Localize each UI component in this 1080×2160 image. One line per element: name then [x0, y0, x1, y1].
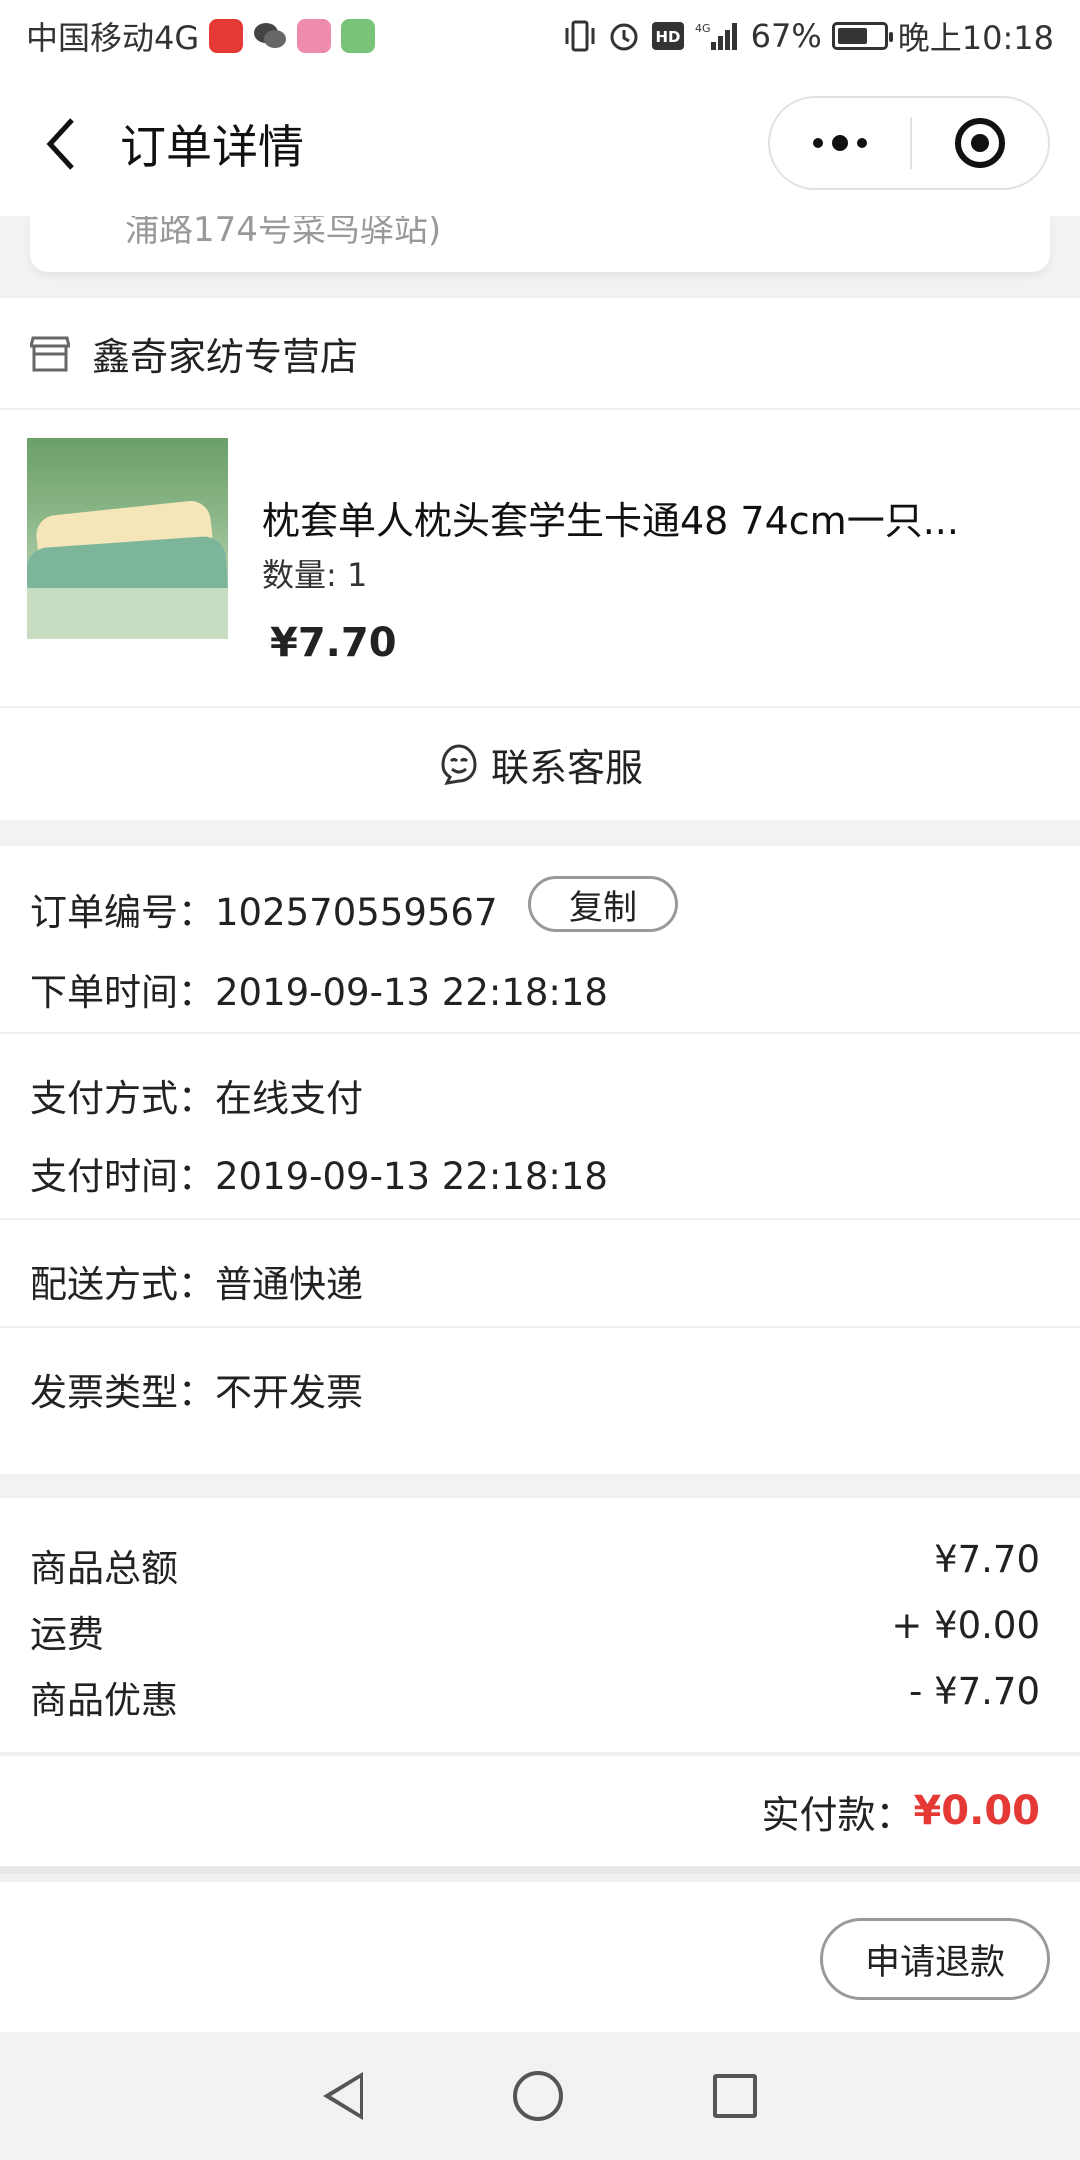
product-item[interactable]: 枕套单人枕头套学生卡通48 74cm一只... 数量: 1 ¥7.70 [0, 410, 1080, 706]
back-button[interactable] [0, 72, 120, 216]
store-icon [30, 336, 70, 372]
invoice-type-label: 发票类型： [30, 1371, 215, 1414]
carrier-label: 中国移动4G [26, 19, 200, 57]
toutiao-app-icon [209, 19, 244, 53]
battery-fill [837, 28, 867, 44]
battery-percent: 67% [750, 17, 822, 55]
payment-time-value: 2019-09-13 22:18:18 [215, 1155, 608, 1198]
shipping-row: 运费 + ¥0.00 [30, 1604, 1040, 1658]
order-time-label: 下单时间： [30, 971, 215, 1014]
nav-back-icon[interactable] [323, 2072, 363, 2120]
delivery-method-row: 配送方式：普通快递 [30, 1254, 363, 1308]
contact-service-button[interactable]: 联系客服 [0, 706, 1080, 820]
miniprogram-capsule [768, 96, 1050, 190]
order-time-row: 下单时间：2019-09-13 22:18:18 [30, 962, 608, 1016]
chevron-left-icon [46, 118, 74, 170]
payment-method-row: 支付方式：在线支付 [30, 1068, 363, 1122]
svg-text:HD: HD [655, 28, 680, 46]
page-title: 订单详情 [120, 120, 304, 174]
discount-label: 商品优惠 [30, 1679, 178, 1722]
payment-method-value: 在线支付 [215, 1077, 363, 1120]
vibrate-icon [563, 20, 597, 52]
more-dots-icon [813, 138, 823, 148]
hd-icon: HD [651, 21, 685, 51]
customer-service-icon [441, 744, 477, 785]
delivery-method-label: 配送方式： [30, 1263, 215, 1306]
target-icon [955, 118, 1005, 168]
battery-icon [831, 22, 893, 50]
amount-paid-label: 实付款： [761, 1792, 914, 1837]
shipping-label: 运费 [30, 1613, 104, 1656]
title-bar: 订单详情 [0, 72, 1080, 216]
order-info-section: 订单编号：102570559567 复制 下单时间：2019-09-13 22:… [0, 846, 1080, 1474]
subtotal-value: ¥7.70 [934, 1538, 1040, 1581]
shipping-value: + ¥0.00 [891, 1604, 1040, 1647]
product-price: ¥7.70 [270, 620, 397, 666]
order-number-label: 订单编号： [30, 891, 215, 934]
status-bar: 中国移动4G HD 4G 67% 晚上10:18 [0, 0, 1080, 72]
nav-recents-icon[interactable] [713, 2074, 757, 2118]
divider [0, 1218, 1080, 1220]
alarm-icon [607, 19, 641, 53]
product-title: 枕套单人枕头套学生卡通48 74cm一只... [262, 499, 959, 543]
subtotal-row: 商品总额 ¥7.70 [30, 1538, 1040, 1592]
invoice-type-value: 不开发票 [215, 1371, 363, 1414]
store-row[interactable]: 鑫奇家纺专营店 [0, 298, 1080, 410]
more-button[interactable] [770, 98, 910, 188]
amount-paid-row: 实付款： ¥0.00 [0, 1756, 1080, 1874]
discount-row: 商品优惠 - ¥7.70 [30, 1670, 1040, 1724]
payment-time-label: 支付时间： [30, 1155, 215, 1198]
divider [0, 1326, 1080, 1328]
copy-order-number-button[interactable]: 复制 [528, 876, 678, 932]
store-name: 鑫奇家纺专营店 [92, 334, 359, 379]
app-badge-pink-icon [297, 19, 332, 53]
payment-time-row: 支付时间：2019-09-13 22:18:18 [30, 1146, 608, 1200]
system-nav-bar [0, 2032, 1080, 2160]
delivery-method-value: 普通快递 [215, 1263, 363, 1306]
contact-service-label: 联系客服 [490, 745, 643, 790]
wechat-icon [253, 21, 287, 51]
invoice-type-row: 发票类型：不开发票 [30, 1362, 363, 1416]
clock: 晚上10:18 [897, 19, 1054, 57]
action-bar: 申请退款 [0, 1882, 1080, 2032]
nav-home-icon[interactable] [513, 2071, 563, 2121]
app-badge-green-icon [341, 19, 376, 53]
payment-method-label: 支付方式： [30, 1077, 215, 1120]
request-refund-button[interactable]: 申请退款 [820, 1918, 1050, 2000]
discount-value: - ¥7.70 [908, 1670, 1040, 1713]
product-quantity: 数量: 1 [262, 556, 368, 594]
address-text: 浦路174号菜鸟驿站) [125, 216, 442, 250]
product-thumbnail [27, 438, 228, 639]
svg-text:4G: 4G [695, 22, 711, 35]
amount-paid-value: ¥0.00 [913, 1788, 1040, 1834]
subtotal-label: 商品总额 [30, 1547, 178, 1590]
close-miniprogram-button[interactable] [912, 118, 1048, 168]
divider [0, 1032, 1080, 1034]
order-time-value: 2019-09-13 22:18:18 [215, 971, 608, 1014]
order-number-value: 102570559567 [215, 891, 498, 934]
order-number-row: 订单编号：102570559567 [30, 882, 498, 936]
address-card[interactable]: 浦路174号菜鸟驿站) [30, 216, 1050, 272]
price-summary: 商品总额 ¥7.70 运费 + ¥0.00 商品优惠 - ¥7.70 [0, 1498, 1080, 1754]
signal-4g-icon: 4G [695, 20, 741, 52]
